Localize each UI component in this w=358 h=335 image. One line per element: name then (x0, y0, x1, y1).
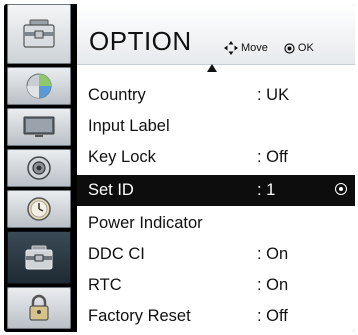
menu-item-ddc-ci[interactable]: DDC CI : On (77, 239, 355, 270)
menu-item-value: : Off (257, 307, 288, 325)
menu-header: OPTION Move OK (77, 4, 355, 65)
menu-item-value: : Off (257, 148, 288, 166)
sidebar-item-screen[interactable] (7, 108, 71, 146)
picture-icon (26, 73, 52, 99)
menu-item-label: Power Indicator (88, 214, 203, 232)
menu-item-value: : 1 (257, 181, 276, 199)
selected-radio-icon (335, 183, 347, 195)
menu-item-value: : On (257, 276, 289, 294)
move-hint-label: Move (241, 42, 268, 54)
clock-icon (27, 197, 51, 221)
ok-hint-label: OK (297, 42, 314, 54)
menu-item-label: Country (88, 86, 146, 104)
menu-item-key-lock[interactable]: Key Lock : Off (77, 142, 355, 173)
navigation-hint: Move OK (224, 41, 314, 55)
option-panel: OPTION Move OK Country : UK Input Label (77, 4, 355, 332)
menu-item-value: : On (257, 245, 289, 263)
lock-icon (29, 294, 49, 321)
speaker-icon (27, 156, 51, 180)
tv-screen-icon (23, 116, 55, 137)
menu-item-value: : UK (257, 86, 290, 104)
menu-item-label: RTC (88, 276, 122, 294)
option-toolbox-icon (25, 245, 53, 269)
menu-item-rtc[interactable]: RTC : On (77, 270, 355, 301)
menu-item-set-id[interactable]: Set ID : 1 (77, 175, 355, 206)
menu-item-factory-reset[interactable]: Factory Reset : Off (77, 301, 355, 332)
menu-item-label: Set ID (88, 181, 134, 199)
menu-item-label: DDC CI (88, 245, 145, 263)
category-sidebar (4, 4, 74, 332)
sidebar-item-option[interactable] (7, 231, 71, 284)
page-title: OPTION (89, 26, 192, 56)
sidebar-item-option-header[interactable] (7, 4, 71, 64)
four-way-arrows-icon (224, 41, 238, 55)
sidebar-item-lock[interactable] (7, 287, 71, 329)
sidebar-item-audio[interactable] (7, 149, 71, 187)
menu-item-country[interactable]: Country : UK (77, 80, 355, 111)
scroll-up-arrow-icon[interactable] (207, 64, 217, 72)
menu-item-input-label[interactable]: Input Label (77, 111, 355, 142)
menu-item-label: Input Label (88, 117, 170, 135)
ok-circle-icon (284, 42, 295, 54)
osd-menu-frame: OPTION Move OK Country : UK Input Label (4, 4, 355, 332)
menu-item-label: Key Lock (88, 148, 156, 166)
sidebar-item-picture[interactable] (7, 67, 71, 105)
option-toolbox-icon (23, 19, 55, 48)
menu-item-power-indicator[interactable]: Power Indicator (77, 208, 355, 239)
sidebar-item-time[interactable] (7, 190, 71, 228)
menu-item-label: Factory Reset (88, 307, 191, 325)
